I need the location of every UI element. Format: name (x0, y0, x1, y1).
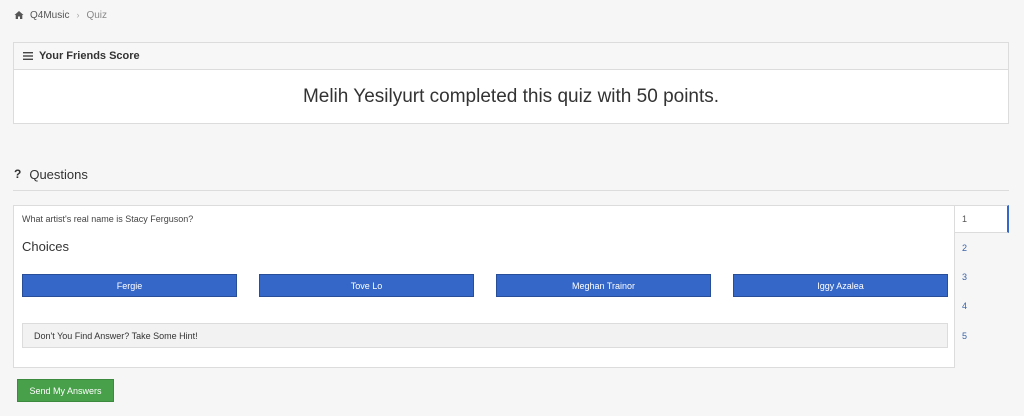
choices-title: Choices (22, 239, 69, 254)
question-mark-icon: ? (14, 167, 22, 181)
menu-icon (23, 52, 33, 60)
question-text: What artist's real name is Stacy Ferguso… (22, 214, 194, 224)
friends-score-header: Your Friends Score (14, 43, 1008, 70)
breadcrumb-current: Quiz (86, 9, 108, 21)
choice-button-fergie[interactable]: Fergie (22, 274, 237, 297)
questions-heading: ? Questions (13, 167, 1009, 191)
question-tab-4[interactable]: 4 (955, 292, 1009, 320)
home-icon (14, 11, 24, 19)
friends-score-panel: Your Friends Score Melih Yesilyurt compl… (13, 42, 1009, 124)
question-tab-2[interactable]: 2 (955, 234, 1009, 262)
hint-button[interactable]: Don't You Find Answer? Take Some Hint! (22, 323, 948, 348)
friends-score-message: Melih Yesilyurt completed this quiz with… (302, 86, 720, 107)
question-tab-3[interactable]: 3 (955, 263, 1009, 291)
choice-button-meghan-trainor[interactable]: Meghan Trainor (496, 274, 711, 297)
breadcrumb: Q4Music › Quiz (14, 9, 107, 21)
breadcrumb-home-link[interactable]: Q4Music (30, 10, 69, 21)
question-card: What artist's real name is Stacy Ferguso… (13, 205, 955, 368)
question-tab-5[interactable]: 5 (955, 322, 1009, 350)
choice-button-tove-lo[interactable]: Tove Lo (259, 274, 474, 297)
friends-score-title: Your Friends Score (39, 50, 140, 62)
breadcrumb-separator: › (76, 10, 80, 20)
question-tab-1[interactable]: 1 (955, 205, 1009, 233)
questions-title: Questions (29, 167, 88, 182)
choice-button-iggy-azalea[interactable]: Iggy Azalea (733, 274, 948, 297)
send-answers-button[interactable]: Send My Answers (17, 379, 114, 402)
